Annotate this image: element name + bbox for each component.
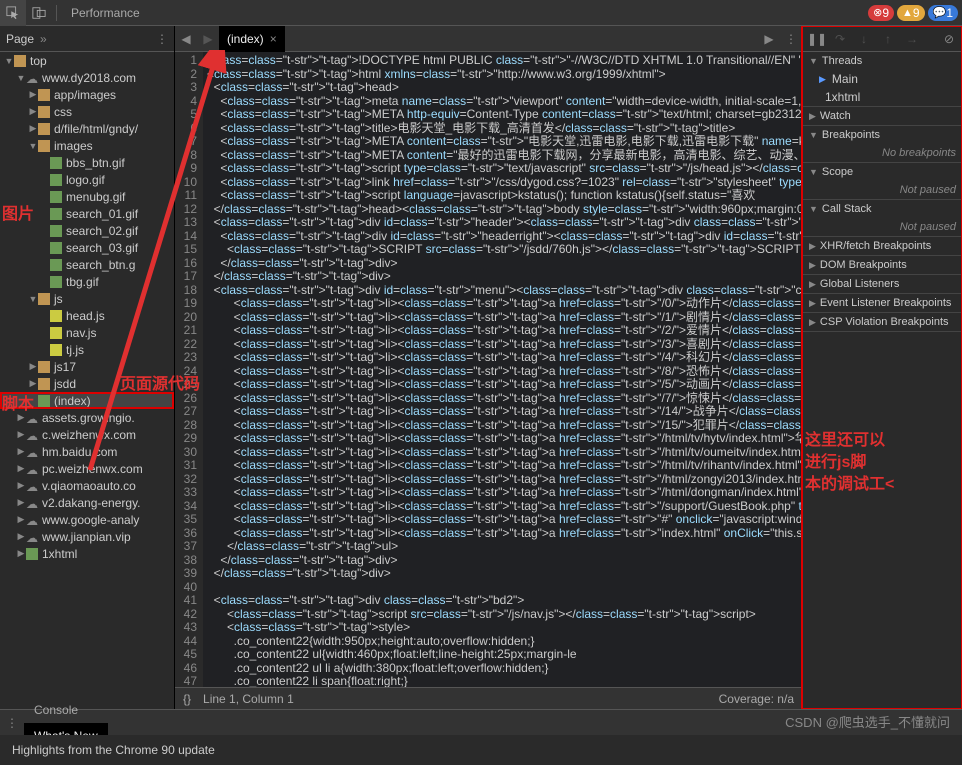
tree-item[interactable]: ▶☁pc.weizhenwx.com (0, 460, 174, 477)
step-icon[interactable]: → (903, 32, 921, 46)
pause-icon[interactable]: ❚❚ (807, 32, 825, 46)
tree-item[interactable]: search_btn.g (0, 256, 174, 273)
section-xhr-fetch-breakpoints[interactable]: ▶XHR/fetch Breakpoints (803, 237, 962, 255)
section-global-listeners[interactable]: ▶Global Listeners (803, 275, 962, 293)
nav-back-icon[interactable]: ◀ (175, 32, 197, 46)
inspect-icon[interactable] (0, 0, 26, 26)
braces-icon[interactable]: {} (183, 692, 191, 706)
section-status: Not paused (803, 181, 962, 199)
cursor-position: Line 1, Column 1 (203, 692, 294, 706)
section-csp-violation-breakpoints[interactable]: ▶CSP Violation Breakpoints (803, 313, 962, 331)
tree-item[interactable]: search_03.gif (0, 239, 174, 256)
file-tree: ▼top▼☁www.dy2018.com▶app/images▶css▶d/fi… (0, 52, 174, 709)
tree-item[interactable]: ▶☁c.weizhenwx.com (0, 426, 174, 443)
tree-item[interactable]: ▶app/images (0, 86, 174, 103)
section-status: Not paused (803, 218, 962, 236)
tree-item[interactable]: ▼top (0, 52, 174, 69)
thread-item[interactable]: ▶Main (803, 70, 962, 88)
section-threads[interactable]: ▼Threads (803, 52, 962, 70)
close-icon[interactable]: × (270, 26, 277, 52)
run-icon[interactable]: ▶ (758, 32, 780, 46)
more-icon[interactable]: ⋮ (780, 32, 802, 46)
tree-item[interactable]: ▼images (0, 137, 174, 154)
nav-fwd-icon[interactable]: ▶ (197, 32, 219, 46)
section-breakpoints[interactable]: ▼Breakpoints (803, 126, 962, 144)
tree-item[interactable]: ▶d/file/html/gndy/ (0, 120, 174, 137)
tree-item[interactable]: (index) (0, 392, 174, 409)
section-status: No breakpoints (803, 144, 962, 162)
deactivate-bp-icon[interactable]: ⊘ (940, 32, 958, 46)
tree-item[interactable]: ▶☁v2.dakang-energy. (0, 494, 174, 511)
tree-item[interactable]: logo.gif (0, 171, 174, 188)
more-icon[interactable]: ⋮ (156, 32, 168, 46)
menu-icon[interactable]: ⋮ (0, 716, 24, 730)
coverage-label: Coverage: n/a (719, 692, 794, 706)
tree-item[interactable]: ▶☁assets.growingio. (0, 409, 174, 426)
section-dom-breakpoints[interactable]: ▶DOM Breakpoints (803, 256, 962, 274)
tree-item[interactable]: menubg.gif (0, 188, 174, 205)
file-navigator: Page » ⋮ ▼top▼☁www.dy2018.com▶app/images… (0, 26, 175, 709)
section-scope[interactable]: ▼Scope (803, 163, 962, 181)
code-editor[interactable]: 1234567891011121314151617181920212223242… (175, 52, 802, 687)
tree-item[interactable]: tj.js (0, 341, 174, 358)
top-tab-performance[interactable]: Performance (61, 0, 150, 26)
tree-item[interactable]: search_01.gif (0, 205, 174, 222)
step-out-icon[interactable]: ↑ (879, 32, 897, 46)
devtools-top-tabs: ElementsConsoleSourcesNetworkPerformance… (0, 0, 962, 26)
tree-item[interactable]: tbg.gif (0, 273, 174, 290)
tree-item[interactable]: ▶jsdd (0, 375, 174, 392)
watermark: CSDN @爬虫选手_不懂就问 (785, 712, 950, 731)
status-bar: {} Line 1, Column 1 Coverage: n/a (175, 687, 802, 709)
tree-item[interactable]: ▶css (0, 103, 174, 120)
tree-item[interactable]: ▶☁v.qiaomaoauto.co (0, 477, 174, 494)
section-call-stack[interactable]: ▼Call Stack (803, 200, 962, 218)
whats-new-content: Highlights from the Chrome 90 update (0, 735, 962, 765)
warning-badge[interactable]: ▲ 9 (897, 5, 925, 21)
tree-item[interactable]: ▶☁www.jianpian.vip (0, 528, 174, 545)
tree-item[interactable]: ▼☁www.dy2018.com (0, 69, 174, 86)
tree-item[interactable]: ▶☁www.google-analy (0, 511, 174, 528)
drawer-tab-console[interactable]: Console (24, 697, 108, 723)
info-badge[interactable]: 💬 1 (928, 5, 958, 21)
section-event-listener-breakpoints[interactable]: ▶Event Listener Breakpoints (803, 294, 962, 312)
step-into-icon[interactable]: ↓ (855, 32, 873, 46)
file-tab[interactable]: (index)× (219, 26, 285, 52)
step-over-icon[interactable]: ↷ (831, 32, 849, 46)
chevron-right-icon[interactable]: » (40, 32, 47, 46)
page-tab[interactable]: Page (6, 32, 34, 46)
tree-item[interactable]: head.js (0, 307, 174, 324)
tree-item[interactable]: ▶☁hm.baidu.com (0, 443, 174, 460)
tree-item[interactable]: nav.js (0, 324, 174, 341)
device-toggle-icon[interactable] (26, 0, 52, 26)
section-watch[interactable]: ▶Watch (803, 107, 962, 125)
tree-item[interactable]: bbs_btn.gif (0, 154, 174, 171)
thread-item[interactable]: 1xhtml (803, 88, 962, 106)
tree-item[interactable]: search_02.gif (0, 222, 174, 239)
tree-item[interactable]: ▼js (0, 290, 174, 307)
tree-item[interactable]: ▶js17 (0, 358, 174, 375)
debugger-panel: ❚❚ ↷ ↓ ↑ → ⊘ ▼Threads▶Main1xhtml▶Watch▼B… (802, 26, 962, 709)
tree-item[interactable]: ▶1xhtml (0, 545, 174, 562)
error-badge[interactable]: ⊗ 9 (868, 5, 894, 21)
